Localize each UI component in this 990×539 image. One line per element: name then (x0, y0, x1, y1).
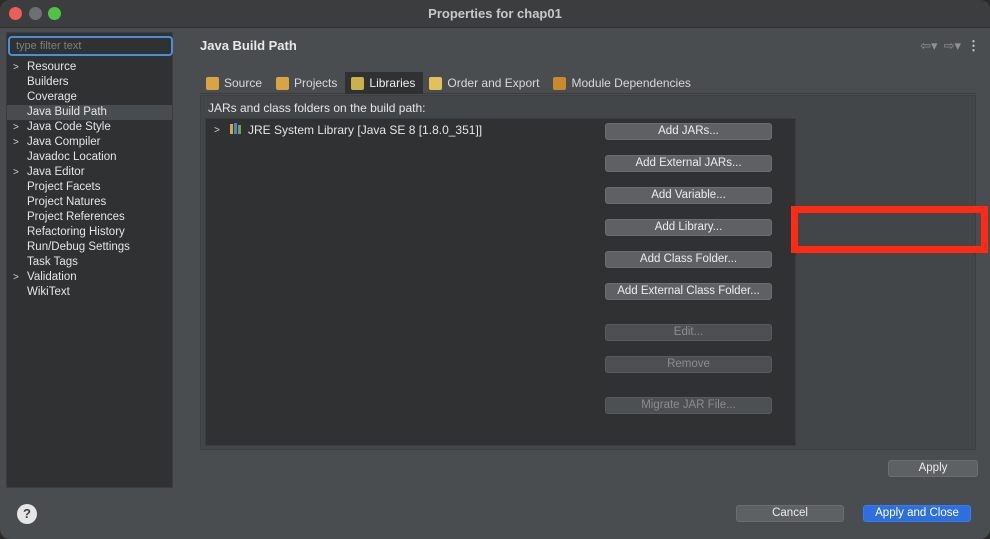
window-title: Properties for chap01 (428, 6, 562, 21)
apply-button[interactable]: Apply (888, 460, 978, 477)
add-external-class-folder-button[interactable]: Add External Class Folder... (605, 283, 772, 300)
sidebar-item[interactable]: > Validation (7, 270, 172, 285)
remove-button[interactable]: Remove (605, 356, 772, 373)
tab-bar: Source Projects Libraries Order and Export M… (200, 72, 976, 94)
tab-label: Module Dependencies (571, 76, 691, 90)
sidebar-tree: > Resource Builders Coverage Java Build Path… (7, 60, 172, 300)
sidebar-item-label: Builders (27, 76, 69, 88)
tab-label: Projects (294, 76, 338, 90)
sidebar-item[interactable]: > Resource (7, 60, 172, 75)
dialog-footer: ? Cancel Apply and Close (0, 492, 990, 539)
help-icon[interactable]: ? (17, 504, 37, 524)
library-label: JRE System Library [Java SE 8 [1.8.0_351… (248, 123, 483, 137)
libraries-icon (351, 76, 365, 90)
tab-module-dependencies[interactable]: Module Dependencies (547, 72, 698, 94)
module-icon (553, 76, 567, 90)
chevron-right-icon[interactable]: > (13, 120, 19, 135)
sidebar-item-label: Run/Debug Settings (27, 241, 130, 253)
sidebar-item[interactable]: Project References (7, 210, 172, 225)
sidebar-item[interactable]: Refactoring History (7, 225, 172, 240)
order-export-icon (429, 76, 443, 90)
list-item[interactable]: > JRE System Library [Java SE 8 [1.8.0_3… (214, 122, 482, 138)
cancel-button[interactable]: Cancel (736, 505, 844, 522)
add-variable-button[interactable]: Add Variable... (605, 187, 772, 204)
chevron-right-icon[interactable]: > (13, 60, 19, 75)
sidebar-item-label: Project References (27, 211, 125, 223)
tab-libraries[interactable]: Libraries (345, 72, 424, 94)
sidebar-item[interactable]: Java Build Path (7, 105, 172, 120)
chevron-right-icon[interactable]: > (13, 270, 19, 285)
sidebar-item-label: Coverage (27, 91, 77, 103)
sidebar-item[interactable]: Project Natures (7, 195, 172, 210)
sidebar-item[interactable]: > Java Editor (7, 165, 172, 180)
sidebar-item-label: Refactoring History (27, 226, 125, 238)
chevron-right-icon[interactable]: > (214, 125, 224, 136)
add-jars-button[interactable]: Add JARs... (605, 123, 772, 140)
chevron-right-icon[interactable]: > (13, 165, 19, 180)
sidebar-item[interactable]: Coverage (7, 90, 172, 105)
sidebar-item-label: Project Facets (27, 181, 101, 193)
sidebar-item[interactable]: Run/Debug Settings (7, 240, 172, 255)
sidebar-item[interactable]: Project Facets (7, 180, 172, 195)
sidebar-item[interactable]: Javadoc Location (7, 150, 172, 165)
sidebar-item-label: Project Natures (27, 196, 107, 208)
sidebar-item-label: WikiText (27, 286, 70, 298)
library-jar-icon (229, 122, 243, 138)
libraries-panel: JARs and class folders on the build path… (200, 95, 976, 450)
title-bar: Properties for chap01 (0, 0, 990, 28)
add-library-button[interactable]: Add Library... (605, 219, 772, 236)
sidebar-item-label: Validation (27, 271, 77, 283)
back-arrow-icon[interactable]: ⇦▾ (920, 38, 937, 54)
sidebar: > Resource Builders Coverage Java Build Path… (6, 32, 173, 488)
add-external-jars-button[interactable]: Add External JARs... (605, 155, 772, 172)
source-folder-icon (206, 76, 219, 90)
sidebar-item-label: Java Editor (27, 166, 85, 178)
nav-controls: ⇦▾ ⇨▾ ⋮ (920, 38, 980, 54)
build-path-label: JARs and class folders on the build path… (208, 101, 426, 115)
filter-input[interactable] (8, 36, 173, 56)
sidebar-item[interactable]: WikiText (7, 285, 172, 300)
tab-label: Source (224, 76, 263, 90)
forward-arrow-icon[interactable]: ⇨▾ (944, 38, 961, 54)
apply-and-close-button[interactable]: Apply and Close (863, 505, 971, 522)
projects-icon (276, 76, 290, 90)
sidebar-item-label: Task Tags (27, 256, 78, 268)
migrate-jar-button[interactable]: Migrate JAR File... (605, 397, 772, 414)
tab-projects[interactable]: Projects (270, 72, 345, 94)
sidebar-item-label: Java Code Style (27, 121, 111, 133)
sidebar-item[interactable]: Builders (7, 75, 172, 90)
main-pane: Java Build Path ⇦▾ ⇨▾ ⋮ Source Projects Li… (192, 32, 984, 488)
chevron-right-icon[interactable]: > (13, 135, 19, 150)
sidebar-item-label: Java Build Path (27, 106, 107, 118)
page-title: Java Build Path (200, 38, 297, 53)
edit-button[interactable]: Edit... (605, 324, 772, 341)
tab-label: Order and Export (447, 76, 540, 90)
sidebar-item-label: Java Compiler (27, 136, 101, 148)
sidebar-item[interactable]: > Java Compiler (7, 135, 172, 150)
add-class-folder-button[interactable]: Add Class Folder... (605, 251, 772, 268)
sidebar-item[interactable]: Task Tags (7, 255, 172, 270)
sidebar-item[interactable]: > Java Code Style (7, 120, 172, 135)
properties-dialog: Properties for chap01 > Resource Builders C… (0, 0, 990, 539)
sidebar-item-label: Resource (27, 61, 77, 73)
sidebar-item-label: Javadoc Location (27, 151, 117, 163)
tab-label: Libraries (369, 76, 416, 90)
tab-source[interactable]: Source (200, 72, 270, 94)
more-options-icon[interactable]: ⋮ (967, 38, 980, 54)
tab-order-and-export[interactable]: Order and Export (423, 72, 547, 94)
